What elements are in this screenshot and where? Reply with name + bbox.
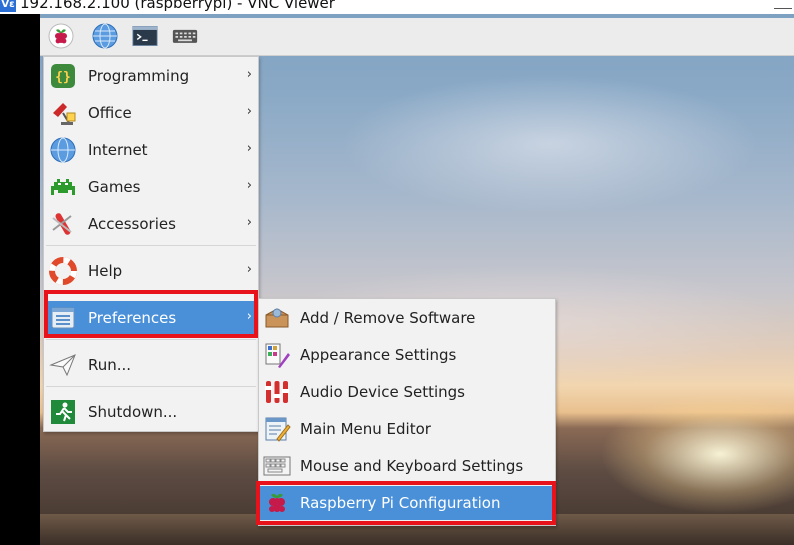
submenu-arrow-icon: ›	[246, 262, 252, 277]
menu-item-main-menu-editor[interactable]: Main Menu Editor	[259, 412, 555, 446]
run-icon	[49, 354, 76, 377]
menu-item-label: Accessories	[88, 215, 176, 233]
menu-separator	[46, 245, 256, 246]
menu-item-add-remove-software[interactable]: Add / Remove Software	[259, 301, 555, 335]
highlight-box-raspberry-pi-configuration	[256, 481, 556, 525]
main-menu: {} Programming › Office › Internet › Gam…	[43, 56, 259, 432]
programming-icon: {}	[51, 64, 75, 88]
menu-item-label: Add / Remove Software	[300, 309, 476, 327]
menu-item-label: Mouse and Keyboard Settings	[300, 457, 524, 475]
menu-item-audio-device-settings[interactable]: Audio Device Settings	[259, 375, 555, 409]
menu-item-programming[interactable]: {} Programming ›	[44, 59, 258, 93]
keyboard-mouse-icon	[263, 456, 291, 476]
games-icon	[51, 179, 75, 195]
menu-item-label: Office	[88, 104, 132, 122]
audio-mixer-icon	[265, 381, 289, 403]
terminal-icon[interactable]	[132, 23, 158, 49]
accessories-icon	[52, 213, 72, 235]
vnc-viewer-app-icon: Vε	[0, 0, 16, 12]
submenu-arrow-icon: ›	[246, 215, 252, 230]
menu-item-label: Internet	[88, 141, 148, 159]
menu-separator	[46, 386, 256, 387]
submenu-arrow-icon: ›	[246, 67, 252, 82]
web-browser-icon[interactable]	[92, 23, 118, 49]
menu-item-label: Programming	[88, 67, 190, 85]
keyboard-icon[interactable]	[172, 23, 198, 49]
menu-item-internet[interactable]: Internet ›	[44, 133, 258, 167]
menu-separator	[46, 339, 256, 340]
window-title-bar: Vε 192.168.2.100 (raspberrypi) - VNC Vie…	[0, 0, 794, 14]
menu-item-label: Main Menu Editor	[300, 420, 431, 438]
shutdown-icon	[51, 400, 75, 424]
appearance-icon	[265, 343, 290, 368]
menu-item-label: Run...	[88, 356, 132, 374]
package-icon	[265, 308, 289, 328]
internet-icon	[50, 137, 76, 163]
minimize-button[interactable]	[774, 0, 792, 9]
menu-item-label: Help	[88, 262, 123, 280]
office-icon	[53, 103, 76, 125]
submenu-arrow-icon: ›	[246, 141, 252, 156]
svg-text:{}: {}	[55, 70, 71, 85]
menu-item-run[interactable]: Run...	[44, 348, 258, 382]
taskbar	[40, 18, 794, 56]
menu-item-help[interactable]: Help ›	[44, 254, 258, 288]
menu-editor-icon	[265, 417, 291, 442]
help-icon	[49, 257, 77, 285]
menu-item-office[interactable]: Office ›	[44, 96, 258, 130]
menu-item-mouse-keyboard-settings[interactable]: Mouse and Keyboard Settings	[259, 449, 555, 483]
submenu-arrow-icon: ›	[246, 178, 252, 193]
menu-item-label: Audio Device Settings	[300, 383, 465, 401]
menu-item-appearance-settings[interactable]: Appearance Settings	[259, 338, 555, 372]
menu-item-label: Games	[88, 178, 141, 196]
window-title: 192.168.2.100 (raspberrypi) - VNC Viewer	[20, 0, 335, 12]
menu-item-games[interactable]: Games ›	[44, 170, 258, 204]
submenu-arrow-icon: ›	[246, 104, 252, 119]
raspberry-menu-icon[interactable]	[48, 23, 74, 49]
menu-item-label: Appearance Settings	[300, 346, 457, 364]
menu-item-accessories[interactable]: Accessories ›	[44, 207, 258, 241]
wallpaper-sun-glow	[600, 394, 794, 514]
highlight-box-preferences	[44, 290, 258, 338]
menu-item-label: Shutdown...	[88, 403, 178, 421]
wallpaper-cloud	[340, 74, 760, 214]
menu-item-shutdown[interactable]: Shutdown...	[44, 395, 258, 429]
